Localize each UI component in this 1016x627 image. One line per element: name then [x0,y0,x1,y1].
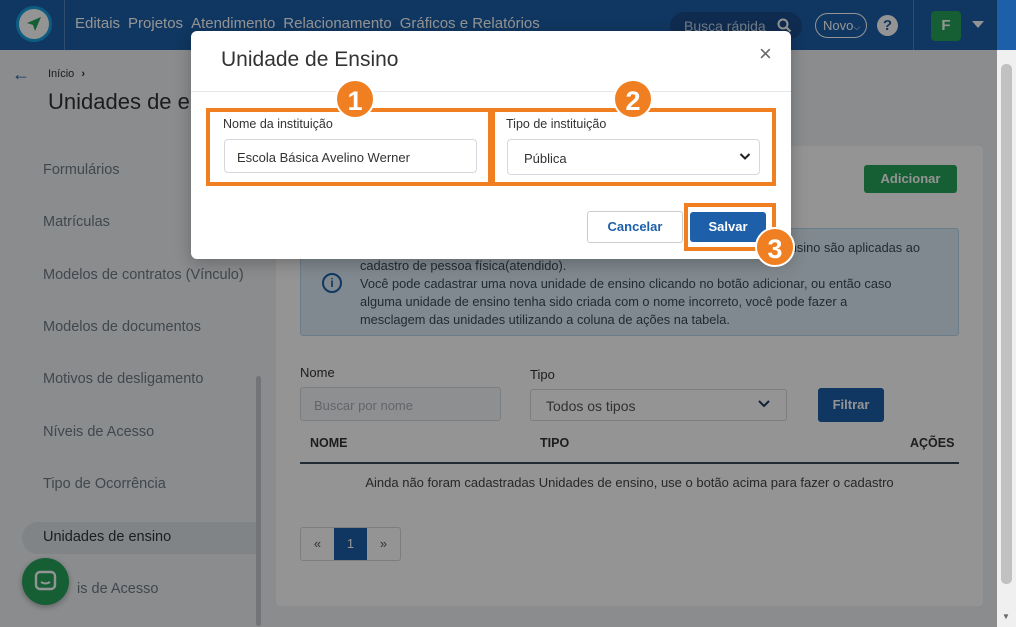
scroll-down-icon[interactable]: ▼ [1002,612,1010,621]
step-marker-3: 3 [755,227,795,267]
close-icon[interactable]: × [759,41,772,67]
step-marker-2: 2 [613,79,653,119]
scrollbar-thumb[interactable] [1001,64,1012,584]
page-scrollbar[interactable]: ▼ [997,50,1016,627]
highlight-box-1 [206,108,492,186]
step-marker-1: 1 [335,79,375,119]
modal-divider [191,91,791,92]
cancel-button[interactable]: Cancelar [587,211,683,243]
modal-title: Unidade de Ensino [221,48,399,71]
highlight-box-2 [491,108,776,186]
